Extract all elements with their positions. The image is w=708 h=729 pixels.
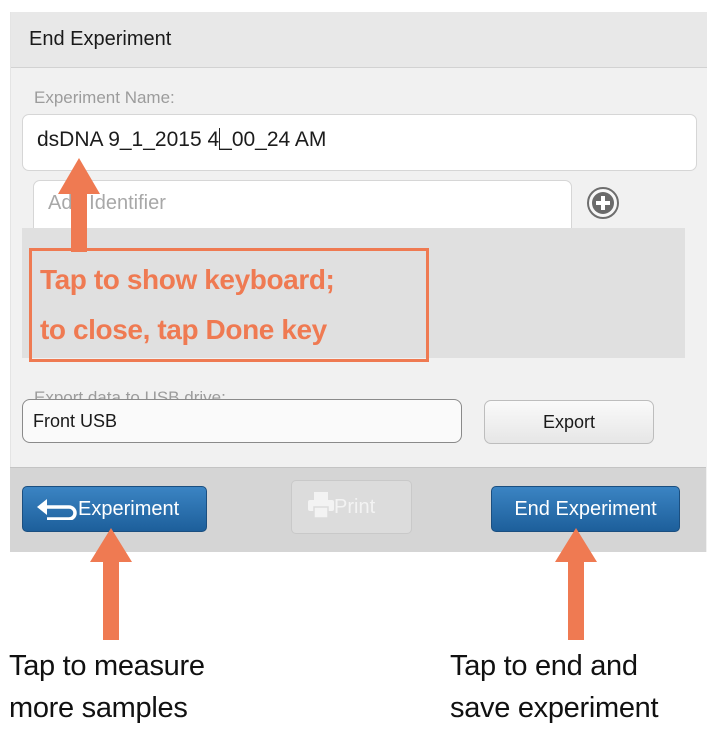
left-caption: Tap to measure more samples xyxy=(9,645,205,729)
left-caption-line2: more samples xyxy=(9,692,188,724)
plus-circle-icon[interactable] xyxy=(585,185,621,226)
experiment-name-input[interactable]: dsDNA 9_1_2015 4_00_24 AM xyxy=(22,114,697,171)
keyboard-callout-line2: to close, tap Done key xyxy=(40,314,327,345)
dialog-title: End Experiment xyxy=(29,28,172,50)
return-arrow-icon xyxy=(37,499,77,521)
right-caption-line2: save experiment xyxy=(450,692,659,724)
right-arrow-up xyxy=(555,528,597,640)
print-button[interactable]: Print xyxy=(291,480,412,534)
usb-drive-value: Front USB xyxy=(33,411,118,431)
back-button-label: Experiment xyxy=(78,498,180,520)
printer-icon xyxy=(308,492,334,519)
keyboard-arrow-up xyxy=(58,158,100,252)
keyboard-callout-line1: Tap to show keyboard; xyxy=(40,264,335,295)
dialog-titlebar: End Experiment xyxy=(11,12,707,68)
print-button-label: Print xyxy=(334,496,376,518)
keyboard-callout: Tap to show keyboard; to close, tap Done… xyxy=(29,248,429,362)
experiment-name-value-tail: _00_24 AM xyxy=(220,128,327,151)
left-caption-line1: Tap to measure xyxy=(9,650,205,682)
right-caption: Tap to end and save experiment xyxy=(450,645,659,729)
end-experiment-button[interactable]: End Experiment xyxy=(491,486,680,532)
export-button[interactable]: Export xyxy=(484,400,654,444)
right-caption-line1: Tap to end and xyxy=(450,650,638,682)
back-to-experiment-button[interactable]: Experiment xyxy=(22,486,207,532)
experiment-name-label: Experiment Name: xyxy=(34,88,175,107)
experiment-name-value: dsDNA 9_1_2015 4 xyxy=(37,128,220,151)
usb-drive-select[interactable]: Front USB xyxy=(22,399,462,443)
left-arrow-up xyxy=(90,528,132,640)
